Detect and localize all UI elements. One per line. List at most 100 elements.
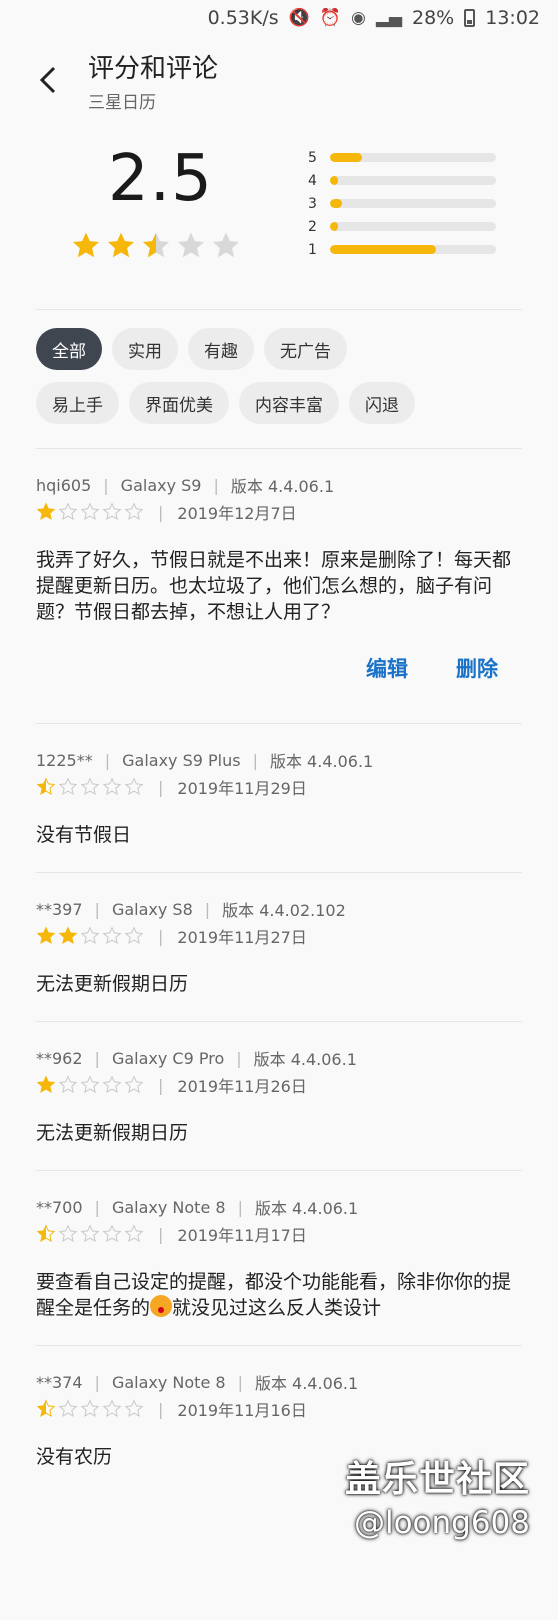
filter-chip[interactable]: 无广告 [264,328,347,370]
star-empty-icon [58,502,78,520]
star-empty-icon [102,502,122,520]
star-full-icon [36,1075,56,1093]
star-empty-icon [102,1075,122,1093]
rating-bar-row: 5 [308,146,516,169]
clock: 13:02 [485,7,540,29]
review-text: 我弄了好久，节假日就是不出来！原来是删除了！每天都提醒更新日历。也太垃圾了，他们… [36,549,512,623]
delete-button[interactable]: 删除 [456,653,498,683]
star-empty-icon [58,1224,78,1242]
star-full-icon [58,926,78,944]
device-name: Galaxy Note 8 [111,1372,226,1392]
review-actions: 编辑 删除 [36,649,522,723]
star-full-icon [36,502,56,520]
wifi-icon: ◉ [351,8,366,28]
rating-bar-track [330,176,496,185]
rating-bar-label: 2 [308,218,317,235]
filter-chip[interactable]: 界面优美 [129,382,229,424]
back-button[interactable] [28,60,68,100]
review-stars [36,502,144,522]
star-empty-icon [124,1399,144,1417]
star-empty-icon [177,232,205,258]
signal-icon: ▂▄ [375,8,402,28]
filter-chip[interactable]: 内容丰富 [239,382,339,424]
review-text: 无法更新假期日历 [36,1122,189,1144]
star-half-icon [36,1399,56,1417]
star-empty-icon [124,777,144,795]
battery-icon [464,9,476,27]
star-empty-icon [80,502,100,520]
network-speed: 0.53K/s [207,7,279,29]
star-empty-icon [124,502,144,520]
filter-chip[interactable]: 全部 [36,328,102,370]
star-half-icon [36,777,56,795]
review-stars [36,926,144,946]
review-stars [36,1224,144,1244]
device-name: Galaxy S9 [120,475,202,495]
rating-bar-label: 3 [308,195,317,212]
watermark-title: 盖乐世社区 [344,1459,530,1500]
review-date: 2019年11月17日 [177,1226,307,1245]
review-item: 1225** | Galaxy S9 Plus | 版本 4.4.06.1 | 20… [36,724,522,873]
review-meta: **397 | Galaxy S8 | 版本 4.4.02.102 [36,897,522,921]
filter-chips: 全部 实用 有趣 无广告 易上手 界面优美 内容丰富 闪退 [36,310,522,449]
app-version: 版本 4.4.06.1 [253,1050,357,1069]
rating-bar-row: 3 [308,192,516,215]
chip-row: 易上手 界面优美 内容丰富 闪退 [36,382,522,424]
chevron-left-icon [39,66,56,94]
star-empty-icon [102,777,122,795]
average-stars [70,230,242,262]
status-bar: 0.53K/s 🔇 ⏰ ◉ ▂▄ 28% 13:02 [0,0,558,36]
watermark-handle: @loong608 [353,1505,530,1541]
review-meta: **374 | Galaxy Note 8 | 版本 4.4.06.1 [36,1370,522,1394]
reviewer-name: hqi605 [36,475,92,495]
review-item: **700 | Galaxy Note 8 | 版本 4.4.06.1 | 2019… [36,1171,522,1346]
star-full-icon [72,232,100,258]
average-score: 2.5 [108,142,213,216]
app-header: 评分和评论 三星日历 [0,36,558,120]
review-rating: | 2019年11月16日 [36,1394,522,1424]
battery-percent: 28% [412,7,455,29]
reviewer-name: **700 [36,1197,83,1217]
filter-chip[interactable]: 闪退 [349,382,415,424]
review-meta: hqi605 | Galaxy S9 | 版本 4.4.06.1 [36,473,522,497]
rating-bar-fill [330,199,342,208]
star-empty-icon [58,777,78,795]
app-version: 版本 4.4.06.1 [254,1199,359,1218]
rating-bar-row: 2 [308,215,516,238]
review-date: 2019年11月16日 [177,1401,307,1420]
star-empty-icon [124,926,144,944]
review-meta: 1225** | Galaxy S9 Plus | 版本 4.4.06.1 [36,748,522,772]
star-full-icon [107,232,135,258]
page-subtitle: 三星日历 [88,93,156,113]
filter-chip[interactable]: 有趣 [188,328,254,370]
rating-bar-label: 5 [308,149,317,166]
star-empty-icon [124,1224,144,1242]
review-stars [36,1075,144,1095]
star-empty-icon [102,926,122,944]
rating-bar-row: 1 [308,238,516,261]
alarm-icon: ⏰ [319,8,341,28]
review-rating: | 2019年11月27日 [36,921,522,951]
review-rating: | 2019年11月17日 [36,1219,522,1249]
filter-chip[interactable]: 实用 [112,328,178,370]
rating-summary: 2.5 5 4 3 2 1 [36,120,522,310]
app-version: 版本 4.4.06.1 [254,1374,359,1393]
review-text: 无法更新假期日历 [36,973,189,995]
review-text: 没有节假日 [36,824,132,846]
page-title: 评分和评论 [88,54,219,84]
star-empty-icon [102,1399,122,1417]
rating-distribution: 5 4 3 2 1 [308,146,516,261]
reviewer-name: **397 [36,899,83,919]
review-date: 2019年11月27日 [177,928,307,947]
app-version: 版本 4.4.06.1 [230,477,335,496]
app-version: 版本 4.4.06.1 [269,752,374,771]
review-meta: **962 | Galaxy C9 Pro | 版本 4.4.06.1 [36,1046,522,1070]
review-text-part: 就没见过这么反人类设计 [172,1297,382,1319]
star-empty-icon [102,1224,122,1242]
edit-button[interactable]: 编辑 [366,653,408,683]
star-full-icon [36,926,56,944]
reviewer-name: **374 [36,1372,83,1392]
filter-chip[interactable]: 易上手 [36,382,119,424]
app-version: 版本 4.4.02.102 [222,901,346,920]
review-stars [36,777,144,797]
